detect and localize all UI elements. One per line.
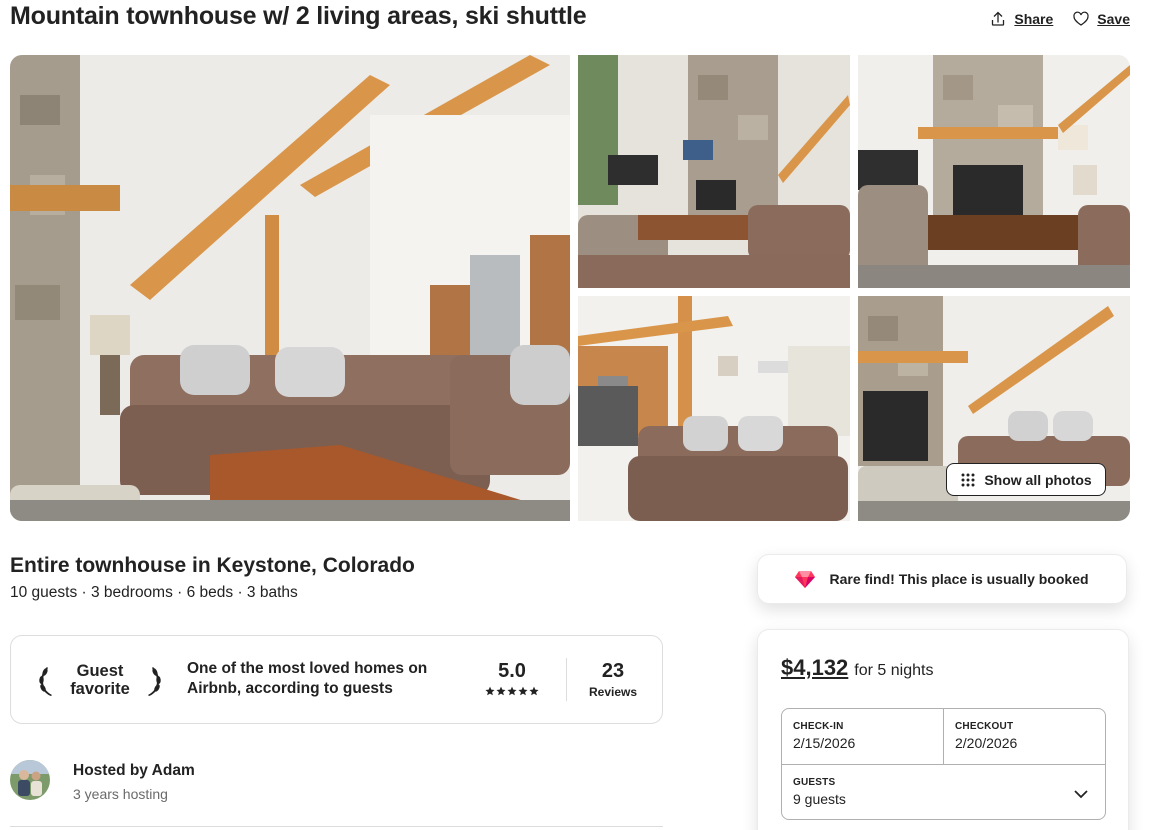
guest-favorite-line2: favorite [70,680,130,698]
grid-dots-icon [961,473,975,486]
star-icon [485,686,495,696]
rare-find-text: Rare find! This place is usually booked [829,571,1089,587]
checkin-value: 2/15/2026 [793,735,856,751]
section-divider [10,826,663,827]
save-label: Save [1097,11,1130,27]
guests-value: 9 guests [793,791,846,807]
laurel-icon [39,667,52,696]
host-tenure: 3 years hosting [73,786,168,802]
price-duration: for 5 nights [854,662,934,679]
heart-icon [1073,11,1089,26]
listing-title: Mountain townhouse w/ 2 living areas, sk… [10,2,587,30]
total-price[interactable]: $4,132 [781,655,848,681]
listing-details: 10 guests · 3 bedrooms · 6 beds · 3 bath… [10,584,298,601]
rating-block: 5.0 [481,660,543,696]
show-all-photos-button[interactable]: Show all photos [946,463,1106,496]
living-room-fireplace-photo[interactable] [578,55,850,288]
rating-divider [566,658,567,701]
rating-value: 5.0 [498,660,526,682]
guest-favorite-line1: Guest [76,662,124,680]
guests-field[interactable]: GUESTS 9 guests [782,765,1105,821]
listing-subtitle: Entire townhouse in Keystone, Colorado [10,554,415,577]
living-room-staircase-photo[interactable] [10,55,570,521]
star-icon [496,686,506,696]
guest-favorite-description: One of the most loved homes on Airbnb, a… [187,660,428,697]
host-avatar[interactable] [10,760,50,800]
checkout-label: CHECKOUT [955,721,1014,732]
price-row: $4,132 for 5 nights [781,655,933,681]
reviews-count: 23 [601,660,625,682]
checkout-field[interactable]: CHECKOUT 2/20/2026 [944,709,1105,765]
listing-actions: Share Save [990,11,1130,27]
show-all-photos-label: Show all photos [984,471,1092,488]
checkin-field[interactable]: CHECK-IN 2/15/2026 [782,709,944,765]
star-rating [481,686,543,696]
guest-favorite-card[interactable]: Guest favorite One of the most loved hom… [10,635,663,724]
star-icon [507,686,517,696]
checkin-label: CHECK-IN [793,721,844,732]
save-button[interactable]: Save [1073,11,1130,27]
reservation-fields: CHECK-IN 2/15/2026 CHECKOUT 2/20/2026 GU… [781,708,1106,820]
share-label: Share [1014,11,1054,27]
photo-gallery: Show all photos [10,55,1130,521]
star-icon [518,686,528,696]
laurel-icon [147,667,161,696]
reviews-link[interactable]: 23 Reviews [583,660,643,699]
guest-favorite-badge: Guest favorite [37,660,163,700]
guests-label: GUESTS [793,777,836,788]
diamond-icon [795,571,816,588]
booking-card: $4,132 for 5 nights CHECK-IN 2/15/2026 C… [757,629,1129,830]
reviews-label: Reviews [588,685,638,699]
kitchen-sofa-photo[interactable] [578,296,850,521]
rare-find-banner: Rare find! This place is usually booked [757,554,1127,604]
share-button[interactable]: Share [990,11,1053,27]
chevron-down-icon[interactable] [1073,785,1089,801]
star-icon [529,686,539,696]
share-icon [992,11,1005,26]
host-name: Hosted by Adam [73,762,195,779]
checkout-value: 2/20/2026 [955,735,1018,751]
stone-fireplace-photo[interactable] [858,55,1130,288]
